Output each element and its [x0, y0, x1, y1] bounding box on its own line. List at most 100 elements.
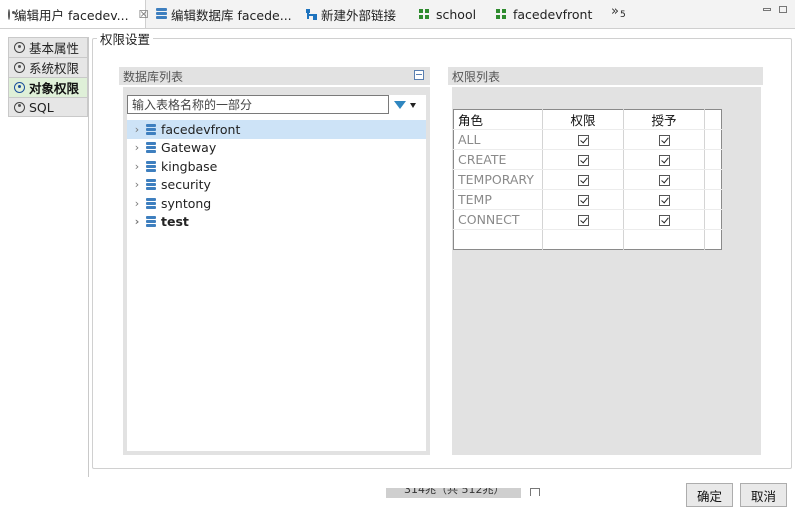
table-row[interactable]: CONNECT: [453, 209, 722, 230]
chevron-right-icon[interactable]: ›: [130, 197, 144, 210]
grant-checkbox[interactable]: [658, 175, 670, 186]
chevron-right-icon[interactable]: ›: [130, 141, 144, 154]
sidebar-divider: [88, 37, 89, 477]
database-icon: [146, 160, 156, 172]
user-icon: [14, 62, 25, 73]
tab-facedevfront[interactable]: facedevfront: [496, 0, 592, 28]
tree-item-syntong[interactable]: › syntong: [127, 194, 426, 213]
role-cell: CREATE: [453, 149, 543, 170]
tree-item-label: security: [161, 177, 211, 193]
editor-tab-bar: 编辑用户 facedev... ☒ 编辑数据库 facede... 新建外部链接…: [0, 0, 795, 29]
editor-content: 基本属性 系统权限 对象权限 SQL 权限设置 数据库列表 输入表格名称的一部分…: [0, 29, 795, 524]
tab-school[interactable]: school: [419, 0, 476, 28]
sidebar-item-label: 系统权限: [29, 61, 80, 76]
table-search-input[interactable]: [127, 95, 389, 114]
database-icon: [156, 8, 167, 20]
tree-item-label: test: [161, 214, 189, 230]
database-list-body: › facedevfront › Gateway › kingbase ›: [127, 95, 426, 451]
overflow-count: 5: [619, 10, 626, 20]
sidebar-item-object-privileges[interactable]: 对象权限: [8, 77, 88, 97]
tree-item-kingbase[interactable]: › kingbase: [127, 157, 426, 176]
filter-icon: [394, 101, 406, 109]
property-sidebar: 基本属性 系统权限 对象权限 SQL: [8, 37, 88, 117]
column-header-role[interactable]: 角色: [453, 109, 543, 130]
tree-item-label: syntong: [161, 195, 212, 211]
privilege-list-panel: 角色 权限 授予 ALL CREATE TEMPORARY TEMP CONNE…: [452, 87, 761, 455]
tree-item-label: kingbase: [161, 158, 218, 174]
tree-item-label: Gateway: [161, 140, 217, 156]
column-header-privilege[interactable]: 权限: [542, 109, 624, 130]
role-cell: CONNECT: [453, 209, 543, 230]
chevron-right-icon[interactable]: ›: [130, 215, 144, 228]
database-list-panel: › facedevfront › Gateway › kingbase ›: [123, 87, 430, 455]
cancel-button[interactable]: 取消: [740, 483, 787, 507]
user-icon: [14, 82, 25, 93]
table-header-row: 角色 权限 授予: [453, 109, 722, 130]
table-row[interactable]: CREATE: [453, 149, 722, 170]
tab-label: facedevfront: [513, 6, 593, 22]
tree-item-security[interactable]: › security: [127, 176, 426, 195]
group-title: 权限设置: [100, 32, 151, 47]
tab-overflow-button[interactable]: » 5: [611, 0, 626, 25]
grant-checkbox[interactable]: [658, 155, 670, 166]
table-row-empty: [453, 229, 722, 250]
tree-item-test[interactable]: › test: [127, 213, 426, 232]
user-icon: [14, 42, 25, 53]
heap-status-text: 314兆（共 512兆）: [404, 488, 505, 496]
grid-icon: [496, 9, 506, 19]
close-icon[interactable]: ☒: [139, 8, 149, 21]
role-cell: ALL: [453, 129, 543, 150]
sidebar-item-label: 对象权限: [29, 81, 80, 96]
chevron-right-icon[interactable]: ›: [130, 160, 144, 173]
privilege-checkbox[interactable]: [577, 155, 589, 166]
database-list-header: 数据库列表: [119, 67, 430, 85]
tab-new-external-link[interactable]: 新建外部链接: [306, 0, 396, 28]
link-icon: [306, 8, 317, 20]
sidebar-item-label: 基本属性: [29, 41, 80, 56]
user-icon: [14, 101, 25, 113]
database-tree: › facedevfront › Gateway › kingbase › se…: [127, 120, 426, 231]
sidebar-item-system-privileges[interactable]: 系统权限: [8, 57, 88, 77]
privilege-checkbox[interactable]: [577, 195, 589, 206]
sidebar-item-basic-properties[interactable]: 基本属性: [8, 37, 88, 57]
filter-button[interactable]: [394, 96, 424, 114]
collapse-icon[interactable]: [414, 70, 424, 80]
grant-checkbox[interactable]: [658, 195, 670, 206]
privilege-checkbox[interactable]: [577, 215, 589, 226]
user-icon: [8, 8, 15, 20]
search-row: [127, 95, 426, 117]
tab-label: 编辑数据库 facede...: [171, 7, 292, 23]
tab-label: 新建外部链接: [321, 7, 397, 23]
chevron-double-right-icon: »: [611, 3, 619, 19]
tab-edit-database[interactable]: 编辑数据库 facede...: [156, 0, 292, 28]
column-header-grant[interactable]: 授予: [623, 109, 705, 130]
database-icon: [146, 216, 156, 228]
maximize-icon[interactable]: [779, 6, 787, 13]
database-icon: [146, 123, 156, 135]
tab-label: 编辑用户 facedev...: [14, 7, 129, 23]
chevron-right-icon[interactable]: ›: [130, 178, 144, 191]
tree-item-facedevfront[interactable]: › facedevfront: [127, 120, 426, 139]
privilege-table: 角色 权限 授予 ALL CREATE TEMPORARY TEMP CONNE…: [453, 109, 722, 250]
panel-title: 权限列表: [452, 69, 501, 84]
ok-button[interactable]: 确定: [686, 483, 733, 507]
chevron-right-icon[interactable]: ›: [130, 123, 144, 136]
tree-item-gateway[interactable]: › Gateway: [127, 139, 426, 158]
privilege-checkbox[interactable]: [577, 175, 589, 186]
sidebar-item-label: SQL: [29, 99, 54, 115]
trash-icon[interactable]: [530, 488, 540, 496]
panel-title: 数据库列表: [123, 69, 184, 84]
privilege-checkbox[interactable]: [577, 135, 589, 146]
minimize-icon[interactable]: [763, 8, 771, 11]
role-cell: TEMP: [453, 189, 543, 210]
tab-label: school: [436, 6, 477, 22]
sidebar-item-sql[interactable]: SQL: [8, 97, 88, 117]
grant-checkbox[interactable]: [658, 135, 670, 146]
grant-checkbox[interactable]: [658, 215, 670, 226]
table-row[interactable]: TEMPORARY: [453, 169, 722, 190]
table-row[interactable]: TEMP: [453, 189, 722, 210]
role-cell: TEMPORARY: [453, 169, 543, 190]
tab-edit-user[interactable]: 编辑用户 facedev... ☒: [0, 0, 149, 28]
database-icon: [146, 142, 156, 154]
table-row[interactable]: ALL: [453, 129, 722, 150]
